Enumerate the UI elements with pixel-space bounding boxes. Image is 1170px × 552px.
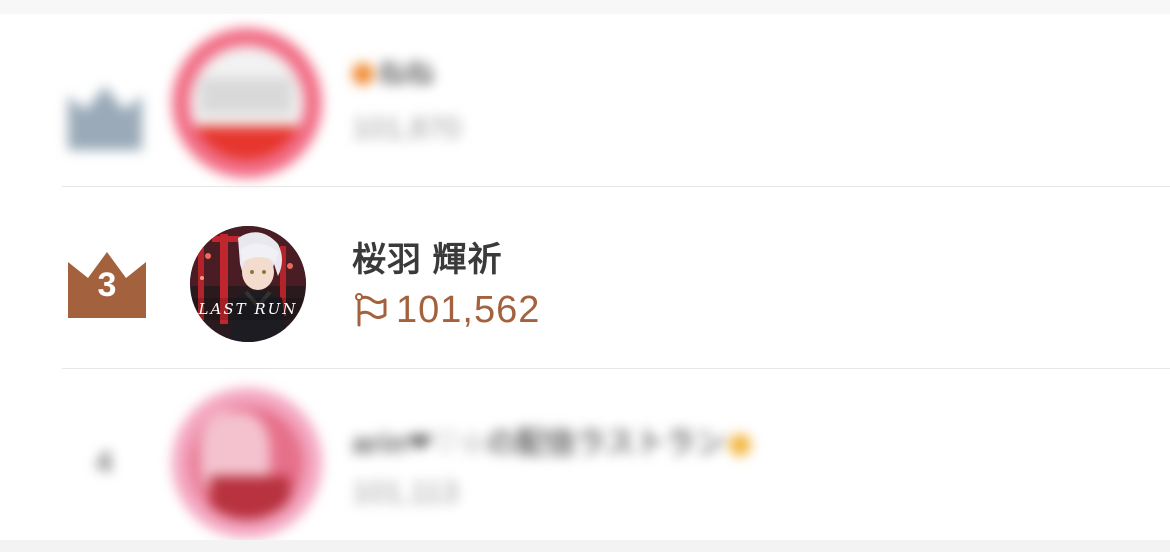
avatar[interactable]: LAST RUN — [190, 226, 306, 342]
user-score: 101,562 — [396, 288, 541, 331]
flag-icon — [355, 293, 387, 327]
ranking-row-3[interactable]: 3 LAST RUN 桜羽 輝祈 101,562 — [0, 186, 1170, 368]
user-name: ねね — [352, 52, 434, 92]
user-score: 101,113 — [352, 476, 459, 509]
emoji-icon — [729, 434, 752, 456]
user-name: arin❤︎♡☆の配信ラストラン — [352, 418, 752, 462]
bottom-strip — [0, 540, 1170, 552]
top-strip — [0, 0, 1170, 14]
ranking-row-4[interactable]: 4 arin❤︎♡☆の配信ラストラン 101,113 — [0, 368, 1170, 552]
silver-crown-icon — [64, 76, 146, 154]
rank-number: 3 — [97, 266, 117, 304]
avatar-caption: LAST RUN — [198, 300, 298, 318]
flame-icon — [352, 63, 374, 85]
ranking-row-2[interactable]: ねね 101,870 — [0, 14, 1170, 186]
rank-number: 4 — [95, 446, 113, 479]
avatar[interactable] — [190, 406, 304, 520]
user-name: 桜羽 輝祈 — [352, 241, 503, 279]
user-score: 101,870 — [352, 112, 461, 145]
avatar[interactable] — [190, 46, 304, 160]
score-row: 101,562 — [352, 288, 540, 332]
